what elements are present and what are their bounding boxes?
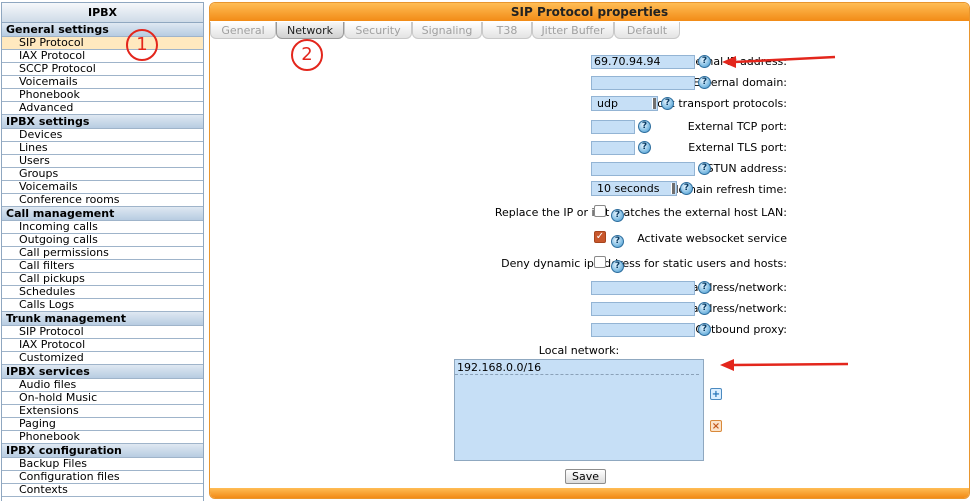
transport-select[interactable]: udp bbox=[591, 96, 658, 111]
stun-input[interactable] bbox=[591, 162, 695, 176]
help-icon[interactable]: ? bbox=[698, 302, 711, 315]
refresh-time-value: 10 seconds bbox=[597, 182, 660, 195]
sidebar-title: IPBX bbox=[2, 3, 203, 23]
tab-security[interactable]: Security bbox=[344, 22, 412, 39]
stun-label: STUN address: bbox=[706, 162, 787, 175]
help-icon[interactable]: ? bbox=[638, 120, 651, 133]
sidebar-item-conference-rooms[interactable]: Conference rooms bbox=[2, 194, 203, 207]
replace-ip-label: Replace the IP or if it matches the exte… bbox=[494, 206, 787, 219]
local-network-label: Local network: bbox=[538, 344, 620, 357]
section-ipbx-configuration: IPBX configuration bbox=[2, 444, 203, 458]
dropdown-arrow-icon bbox=[671, 183, 675, 194]
help-icon[interactable]: ? bbox=[680, 182, 693, 195]
transport-value: udp bbox=[597, 97, 618, 110]
annotation-marker-2: 2 bbox=[291, 39, 323, 71]
help-icon[interactable]: ? bbox=[698, 162, 711, 175]
tab-jitter-buffer[interactable]: Jitter Buffer bbox=[532, 22, 614, 39]
tls-port-label: External TLS port: bbox=[688, 141, 787, 154]
external-domain-input[interactable] bbox=[591, 76, 695, 90]
save-button[interactable]: Save bbox=[565, 469, 607, 484]
dropdown-arrow-icon bbox=[652, 98, 656, 109]
tab-default[interactable]: Default bbox=[614, 22, 680, 39]
annotation-arrow-icon bbox=[722, 55, 836, 68]
help-icon[interactable]: ? bbox=[698, 281, 711, 294]
denied-network-input[interactable] bbox=[591, 281, 695, 295]
tab-general[interactable]: General bbox=[210, 22, 276, 39]
help-icon[interactable]: ? bbox=[638, 141, 651, 154]
check-icon: ✓ bbox=[595, 231, 605, 242]
page-title: SIP Protocol properties bbox=[210, 3, 969, 21]
list-item[interactable]: 192.168.0.0/16 bbox=[455, 360, 699, 375]
sidebar: IPBX General settings SIP Protocol IAX P… bbox=[1, 2, 204, 501]
sidebar-item-calls-logs[interactable]: Calls Logs bbox=[2, 299, 203, 312]
sidebar-item-services-phonebook[interactable]: Phonebook bbox=[2, 431, 203, 444]
help-icon[interactable]: ? bbox=[698, 323, 711, 336]
websocket-checkbox[interactable]: ✓ bbox=[594, 231, 606, 243]
section-call-management: Call management bbox=[2, 207, 203, 221]
help-icon[interactable]: ? bbox=[611, 209, 624, 222]
annotation-arrow-icon bbox=[720, 359, 849, 371]
local-network-list[interactable]: 192.168.0.0/16 bbox=[454, 359, 704, 461]
main-panel: SIP Protocol properties General Network … bbox=[209, 2, 970, 499]
outbound-proxy-input[interactable] bbox=[591, 323, 695, 337]
section-ipbx-settings: IPBX settings bbox=[2, 115, 203, 129]
tcp-port-input[interactable] bbox=[591, 120, 635, 134]
add-icon[interactable]: + bbox=[710, 388, 722, 400]
replace-ip-checkbox[interactable] bbox=[594, 205, 606, 217]
panel-footer-bar bbox=[210, 488, 969, 498]
annotation-marker-1: 1 bbox=[126, 29, 158, 61]
delete-icon[interactable]: × bbox=[710, 420, 722, 432]
section-trunk-management: Trunk management bbox=[2, 312, 203, 326]
tab-network[interactable]: Network bbox=[276, 22, 344, 39]
help-icon[interactable]: ? bbox=[698, 76, 711, 89]
sidebar-item-advanced[interactable]: Advanced bbox=[2, 102, 203, 115]
help-icon[interactable]: ? bbox=[611, 235, 624, 248]
tcp-port-label: External TCP port: bbox=[687, 120, 787, 133]
help-icon[interactable]: ? bbox=[611, 260, 624, 273]
sidebar-item-contexts[interactable]: Contexts bbox=[2, 484, 203, 497]
websocket-label: Activate websocket service bbox=[637, 232, 787, 245]
tls-port-input[interactable] bbox=[591, 141, 635, 155]
deny-dynamic-label: Deny dynamic ip address for static users… bbox=[501, 257, 787, 270]
help-icon[interactable]: ? bbox=[698, 55, 711, 68]
tab-t38[interactable]: T38 bbox=[482, 22, 532, 39]
sidebar-item-trunk-customized[interactable]: Customized bbox=[2, 352, 203, 365]
help-icon[interactable]: ? bbox=[661, 97, 674, 110]
external-ip-input[interactable]: 69.70.94.94 bbox=[591, 55, 695, 69]
tab-signaling[interactable]: Signaling bbox=[412, 22, 482, 39]
section-general-settings: General settings bbox=[2, 23, 203, 37]
deny-dynamic-checkbox[interactable] bbox=[594, 256, 606, 268]
section-ipbx-services: IPBX services bbox=[2, 365, 203, 379]
allowed-network-input[interactable] bbox=[591, 302, 695, 316]
refresh-time-select[interactable]: 10 seconds bbox=[591, 181, 677, 196]
